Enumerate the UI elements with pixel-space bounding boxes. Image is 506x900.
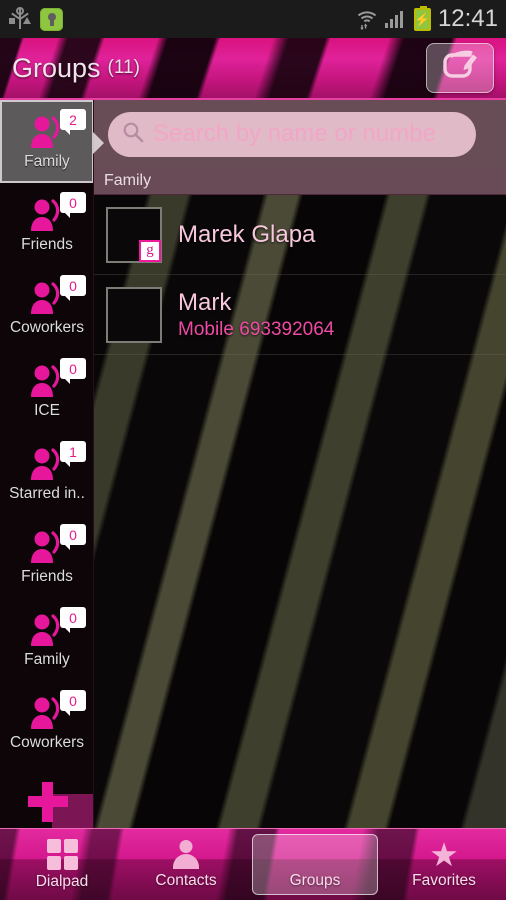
star-icon: ★ xyxy=(429,835,459,873)
sidebar-item-label: Friends xyxy=(21,567,73,585)
tab-favorites[interactable]: ★ Favorites xyxy=(382,829,506,900)
wifi-icon xyxy=(356,8,378,31)
sidebar-item-label: ICE xyxy=(34,401,60,419)
sidebar-item-label: Friends xyxy=(21,235,73,253)
sidebar-item-label: Coworkers xyxy=(9,318,85,336)
group-sidebar[interactable]: 2 Family 0 Friends 0 Coworkers 0 ICE 1 S… xyxy=(0,100,94,828)
tab-contacts[interactable]: Contacts xyxy=(124,829,248,900)
signal-icon xyxy=(384,10,407,28)
person-icon xyxy=(171,839,201,869)
battery-charging-icon: ⚡ xyxy=(413,5,431,31)
contact-list-item[interactable]: g Marek Glapa xyxy=(94,195,506,275)
tab-label: Contacts xyxy=(155,872,217,889)
keyguard-lock-icon xyxy=(40,7,63,31)
groups-icon xyxy=(294,839,336,869)
tab-groups[interactable]: Groups xyxy=(252,834,378,895)
sidebar-item-label: Family xyxy=(24,650,70,668)
search-bar-container: Search by name or numbe xyxy=(94,100,506,168)
contact-name: Marek Glapa xyxy=(178,220,316,248)
group-person-icon xyxy=(28,364,66,398)
edit-compose-icon xyxy=(440,49,480,87)
group-person-icon xyxy=(28,530,66,564)
contact-list-item[interactable]: Mark Mobile 693392064 xyxy=(94,275,506,355)
sidebar-item-family-2[interactable]: 0 Family xyxy=(0,598,93,681)
section-header: Family xyxy=(94,168,506,195)
status-bar[interactable]: ⚡ 12:41 xyxy=(0,0,506,38)
sidebar-item-ice[interactable]: 0 ICE xyxy=(0,349,93,432)
section-header-label: Family xyxy=(104,172,152,189)
group-person-icon xyxy=(28,281,66,315)
selected-group-chevron-icon xyxy=(93,132,104,154)
sidebar-item-label: Coworkers xyxy=(9,733,85,751)
group-person-icon xyxy=(28,696,66,730)
google-account-badge: g xyxy=(139,239,161,262)
sidebar-item-starred[interactable]: 1 Starred in.. xyxy=(0,432,93,515)
usb-icon xyxy=(9,7,31,31)
tab-label: Groups xyxy=(289,872,341,889)
app-header: Groups (11) xyxy=(0,38,506,100)
search-icon xyxy=(122,121,144,148)
group-person-icon xyxy=(28,115,66,149)
edit-groups-button[interactable] xyxy=(426,43,494,93)
sidebar-item-friends-1[interactable]: 0 Friends xyxy=(0,183,93,266)
dialpad-icon xyxy=(46,838,78,870)
status-bar-right-icons: ⚡ 12:41 xyxy=(356,5,498,33)
tab-dialpad[interactable]: Dialpad xyxy=(0,829,124,900)
sidebar-item-coworkers-2[interactable]: 0 Coworkers xyxy=(0,681,93,764)
status-bar-left-icons xyxy=(9,7,63,31)
sidebar-item-family-1[interactable]: 2 Family xyxy=(0,100,93,183)
contact-text: Mark Mobile 693392064 xyxy=(178,289,334,341)
group-count: (11) xyxy=(107,57,140,78)
add-group-button[interactable] xyxy=(0,764,93,828)
bottom-tab-bar[interactable]: Dialpad Contacts Groups ★ Favorites xyxy=(0,828,506,900)
contact-phone: Mobile 693392064 xyxy=(178,318,335,340)
avatar: g xyxy=(106,206,162,263)
plus-icon-vertical xyxy=(42,782,53,822)
sidebar-item-coworkers-1[interactable]: 0 Coworkers xyxy=(0,266,93,349)
tab-label: Favorites xyxy=(412,871,476,889)
search-input[interactable]: Search by name or numbe xyxy=(108,111,476,157)
sidebar-item-friends-2[interactable]: 0 Friends xyxy=(0,515,93,598)
search-placeholder: Search by name or numbe xyxy=(153,120,436,147)
status-bar-clock: 12:41 xyxy=(437,5,498,32)
contact-name: Mark xyxy=(178,288,232,316)
avatar xyxy=(106,286,162,343)
group-person-icon xyxy=(28,447,66,481)
group-person-icon xyxy=(28,613,66,647)
group-person-icon xyxy=(28,198,66,232)
contact-text: Marek Glapa xyxy=(178,221,315,249)
tab-label: Dialpad xyxy=(35,872,89,890)
page-title: Groups xyxy=(12,52,101,83)
sidebar-item-label: Starred in.. xyxy=(9,484,85,502)
contact-list[interactable]: g Marek Glapa Mark Mobile 693392064 xyxy=(94,195,506,828)
sidebar-item-label: Family xyxy=(24,152,70,170)
